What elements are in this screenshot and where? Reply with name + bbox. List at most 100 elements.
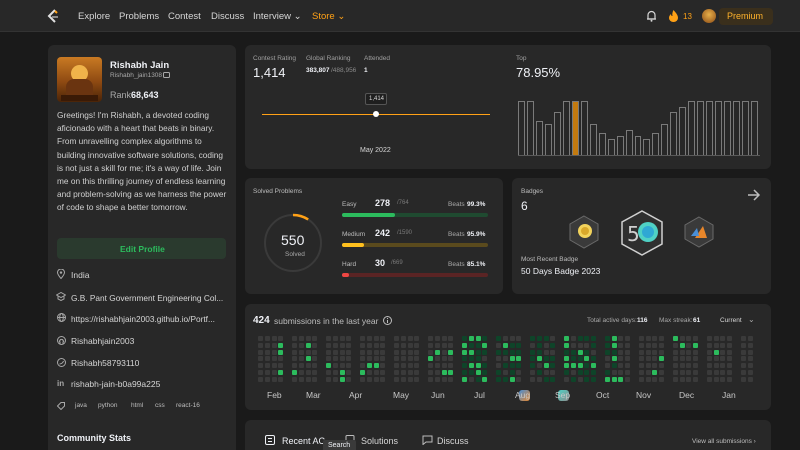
heatmap-cell[interactable] — [584, 370, 590, 375]
histogram-bar[interactable] — [535, 121, 543, 156]
heatmap-cell[interactable] — [720, 363, 726, 369]
heatmap-cell[interactable] — [659, 356, 665, 362]
heatmap-cell[interactable] — [407, 370, 413, 375]
heatmap-cell[interactable] — [271, 342, 277, 348]
histogram-bar[interactable] — [526, 101, 534, 156]
heatmap-cell[interactable] — [672, 370, 678, 375]
heatmap-cell[interactable] — [400, 349, 406, 355]
histogram-bar[interactable] — [589, 124, 597, 156]
heatmap-cell[interactable] — [604, 336, 610, 341]
heatmap-cell[interactable] — [564, 363, 569, 369]
heatmap-cell[interactable] — [292, 376, 297, 382]
heatmap-cell[interactable] — [360, 342, 365, 348]
heatmap-cell[interactable] — [618, 356, 624, 362]
heatmap-cell[interactable] — [604, 349, 610, 355]
heatmap-cell[interactable] — [448, 349, 454, 355]
heatmap-cell[interactable] — [625, 370, 631, 375]
heatmap-cell[interactable] — [475, 349, 481, 355]
heatmap-cell[interactable] — [713, 363, 719, 369]
heatmap-cell[interactable] — [298, 376, 304, 382]
heatmap-cell[interactable] — [570, 370, 576, 375]
heatmap-cell[interactable] — [264, 376, 270, 382]
heatmap-cell[interactable] — [468, 336, 474, 341]
histogram-bar[interactable] — [518, 101, 525, 156]
heatmap-cell[interactable] — [394, 370, 399, 375]
heatmap-cell[interactable] — [292, 349, 297, 355]
heatmap-cell[interactable] — [564, 336, 569, 341]
heatmap-cell[interactable] — [407, 342, 413, 348]
heatmap-cell[interactable] — [298, 342, 304, 348]
heatmap-cell[interactable] — [604, 342, 610, 348]
heatmap-cell[interactable] — [672, 356, 678, 362]
heatmap-cell[interactable] — [468, 376, 474, 382]
leetcode-logo[interactable] — [46, 9, 60, 24]
heatmap-cell[interactable] — [591, 342, 597, 348]
heatmap-cell[interactable] — [679, 356, 685, 362]
heatmap-cell[interactable] — [373, 376, 379, 382]
heatmap-cell[interactable] — [339, 336, 345, 341]
heatmap-cell[interactable] — [414, 336, 420, 341]
profile-github[interactable]: Rishabhjain2003 — [71, 336, 134, 346]
heatmap-cell[interactable] — [509, 356, 515, 362]
histogram-bar[interactable] — [571, 101, 579, 156]
heatmap-cell[interactable] — [543, 342, 549, 348]
period-select[interactable]: Current ⌄ — [716, 314, 760, 326]
heatmap-cell[interactable] — [407, 349, 413, 355]
heatmap-cell[interactable] — [298, 349, 304, 355]
heatmap-cell[interactable] — [584, 376, 590, 382]
heatmap-cell[interactable] — [462, 356, 467, 362]
heatmap-cell[interactable] — [482, 356, 488, 362]
heatmap-cell[interactable] — [604, 376, 610, 382]
heatmap-cell[interactable] — [591, 370, 597, 375]
heatmap-cell[interactable] — [720, 342, 726, 348]
heatmap-cell[interactable] — [428, 356, 433, 362]
heatmap-cell[interactable] — [380, 370, 386, 375]
nav-discuss[interactable]: Discuss — [211, 11, 244, 22]
heatmap-cell[interactable] — [462, 349, 467, 355]
heatmap-cell[interactable] — [679, 370, 685, 375]
heatmap-cell[interactable] — [475, 370, 481, 375]
heatmap-cell[interactable] — [611, 370, 617, 375]
heatmap-cell[interactable] — [305, 342, 311, 348]
heatmap-cell[interactable] — [693, 363, 699, 369]
heatmap-cell[interactable] — [258, 370, 263, 375]
heatmap-cell[interactable] — [638, 370, 644, 375]
heatmap-cell[interactable] — [326, 356, 331, 362]
heatmap-cell[interactable] — [468, 370, 474, 375]
heatmap-cell[interactable] — [278, 370, 284, 375]
heatmap-cell[interactable] — [530, 356, 535, 362]
heatmap-cell[interactable] — [339, 370, 345, 375]
heatmap-cell[interactable] — [577, 349, 583, 355]
heatmap-cell[interactable] — [693, 342, 699, 348]
heatmap-cell[interactable] — [720, 349, 726, 355]
heatmap-cell[interactable] — [448, 356, 454, 362]
heatmap-cell[interactable] — [448, 363, 454, 369]
premium-button[interactable]: Premium — [719, 8, 773, 25]
heatmap-cell[interactable] — [727, 370, 733, 375]
heatmap-cell[interactable] — [475, 363, 481, 369]
heatmap-cell[interactable] — [475, 336, 481, 341]
heatmap-cell[interactable] — [366, 376, 372, 382]
user-avatar[interactable] — [702, 9, 716, 23]
heatmap-cell[interactable] — [727, 356, 733, 362]
heatmap-cell[interactable] — [258, 342, 263, 348]
heatmap-cell[interactable] — [428, 336, 433, 341]
heatmap-cell[interactable] — [564, 376, 569, 382]
heatmap-cell[interactable] — [550, 363, 556, 369]
histogram-bar[interactable] — [724, 101, 732, 156]
heatmap-cell[interactable] — [264, 356, 270, 362]
heatmap-cell[interactable] — [618, 342, 624, 348]
heatmap-cell[interactable] — [530, 336, 535, 341]
heatmap-cell[interactable] — [543, 349, 549, 355]
badge-50-days-icon[interactable]: 5 — [620, 210, 664, 256]
heatmap-cell[interactable] — [740, 342, 746, 348]
heatmap-cell[interactable] — [530, 370, 535, 375]
heatmap-cell[interactable] — [373, 370, 379, 375]
heatmap-cell[interactable] — [339, 356, 345, 362]
histogram-bar[interactable] — [544, 124, 552, 156]
heatmap-cell[interactable] — [645, 363, 651, 369]
heatmap-cell[interactable] — [441, 376, 447, 382]
heatmap-cell[interactable] — [339, 376, 345, 382]
heatmap-cell[interactable] — [264, 370, 270, 375]
heatmap-cell[interactable] — [727, 336, 733, 341]
